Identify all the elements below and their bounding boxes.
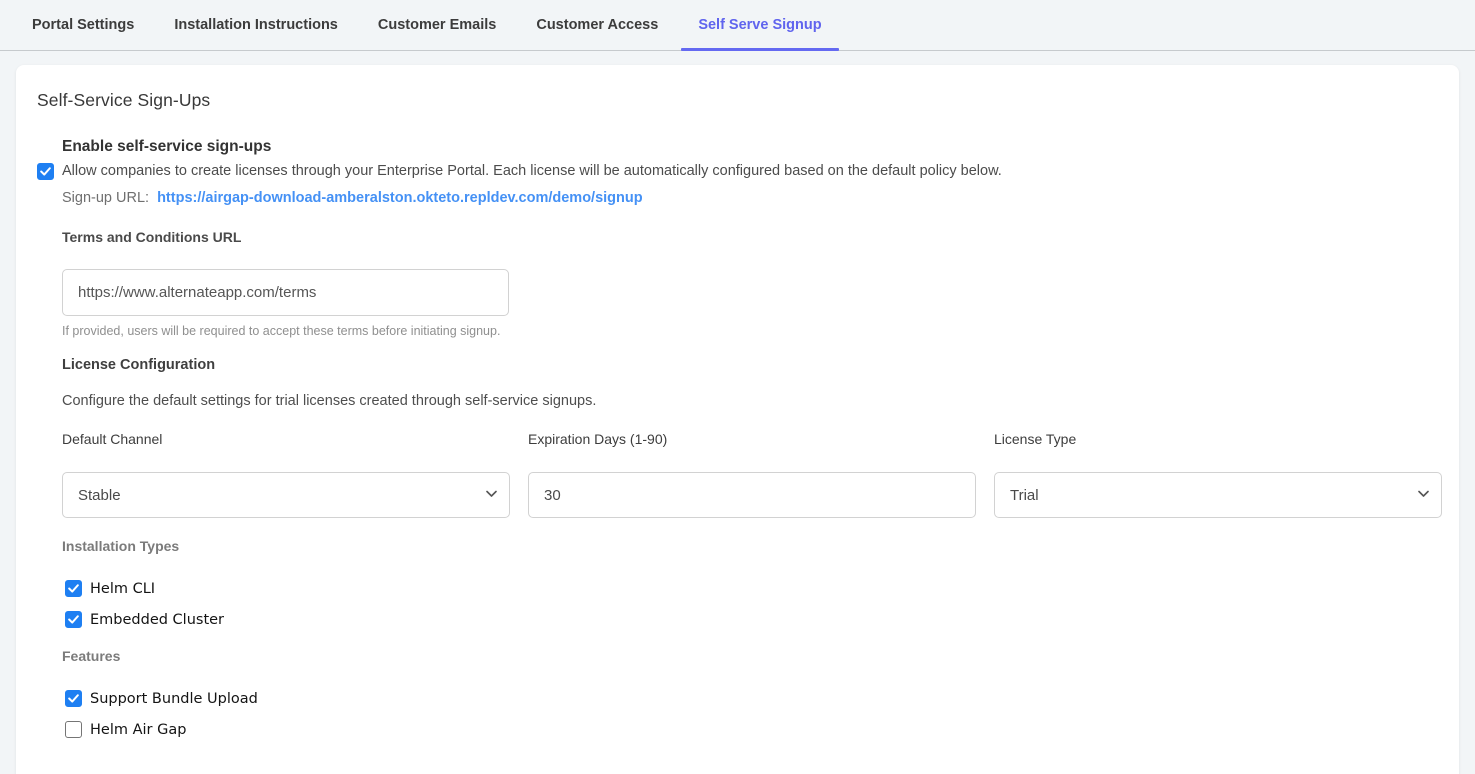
checkbox-label: Embedded Cluster — [90, 612, 224, 628]
tab-label: Customer Access — [536, 17, 658, 33]
helm-air-gap-checkbox[interactable] — [65, 721, 82, 738]
tab-customer-emails[interactable]: Customer Emails — [358, 0, 516, 50]
tab-label: Installation Instructions — [174, 17, 338, 33]
tab-label: Self Serve Signup — [698, 17, 821, 33]
terms-url-label: Terms and Conditions URL — [62, 229, 1442, 245]
signup-url-label: Sign-up URL: — [62, 190, 149, 206]
active-tab-underline — [681, 48, 838, 51]
expiration-days-field: Expiration Days (1-90) — [528, 431, 976, 518]
installation-types-heading: Installation Types — [62, 538, 1442, 554]
feature-support-bundle-upload[interactable]: Support Bundle Upload — [62, 690, 258, 707]
checkbox-label: Helm Air Gap — [90, 722, 186, 738]
license-config-grid: Default Channel Stable Expiration Days (… — [62, 431, 1442, 518]
default-channel-label: Default Channel — [62, 431, 510, 447]
terms-helper-text: If provided, users will be required to a… — [62, 324, 1442, 338]
license-configuration-heading: License Configuration — [62, 357, 1442, 373]
enable-signups-row: Allow companies to create licenses throu… — [62, 161, 1442, 182]
license-type-field: License Type Trial — [994, 431, 1442, 518]
signup-url-line: Sign-up URL: https://airgap-download-amb… — [62, 190, 1442, 206]
license-type-select[interactable]: Trial — [994, 472, 1442, 518]
helm-cli-checkbox[interactable] — [65, 580, 82, 597]
license-configuration-description: Configure the default settings for trial… — [62, 393, 1442, 409]
default-channel-select[interactable]: Stable — [62, 472, 510, 518]
feature-helm-air-gap[interactable]: Helm Air Gap — [62, 721, 186, 738]
page-title: Self-Service Sign-Ups — [37, 90, 1442, 111]
license-type-label: License Type — [994, 431, 1442, 447]
checkmark-icon — [68, 584, 79, 593]
settings-tab-bar: Portal Settings Installation Instruction… — [0, 0, 1475, 51]
enable-signups-checkbox[interactable] — [37, 163, 54, 180]
terms-url-input[interactable] — [62, 269, 509, 316]
tab-portal-settings[interactable]: Portal Settings — [12, 0, 154, 50]
expiration-days-input[interactable] — [528, 472, 976, 518]
self-serve-signup-panel: Self-Service Sign-Ups Enable self-servic… — [16, 65, 1459, 774]
tab-self-serve-signup[interactable]: Self Serve Signup — [678, 0, 841, 50]
checkmark-icon — [68, 694, 79, 703]
tab-installation-instructions[interactable]: Installation Instructions — [154, 0, 358, 50]
expiration-days-label: Expiration Days (1-90) — [528, 431, 976, 447]
signup-url-link[interactable]: https://airgap-download-amberalston.okte… — [157, 190, 643, 206]
support-bundle-upload-checkbox[interactable] — [65, 690, 82, 707]
features-heading: Features — [62, 648, 1442, 664]
embedded-cluster-checkbox[interactable] — [65, 611, 82, 628]
checkbox-label: Helm CLI — [90, 581, 155, 597]
enable-signups-description: Allow companies to create licenses throu… — [62, 161, 1002, 182]
installation-type-helm-cli[interactable]: Helm CLI — [62, 580, 155, 597]
checkmark-icon — [40, 167, 51, 176]
tab-customer-access[interactable]: Customer Access — [516, 0, 678, 50]
checkmark-icon — [68, 615, 79, 624]
tab-label: Customer Emails — [378, 17, 496, 33]
checkbox-label: Support Bundle Upload — [90, 691, 258, 707]
enable-signups-heading: Enable self-service sign-ups — [62, 138, 1442, 156]
installation-type-embedded-cluster[interactable]: Embedded Cluster — [62, 611, 224, 628]
default-channel-field: Default Channel Stable — [62, 431, 510, 518]
tab-label: Portal Settings — [32, 17, 134, 33]
